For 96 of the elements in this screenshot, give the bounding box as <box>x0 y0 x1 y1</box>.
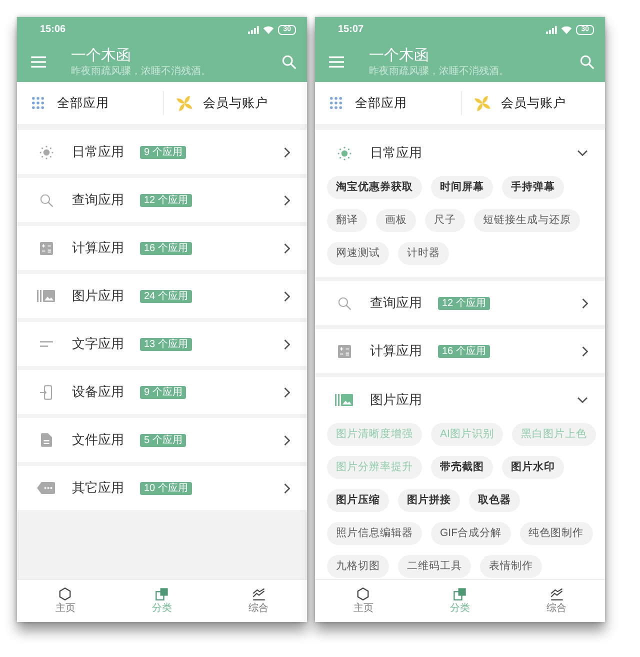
count-badge: 16 个应用 <box>438 344 490 358</box>
app-subtitle: 昨夜雨疏风骤，浓睡不消残酒。 <box>369 64 509 78</box>
category-row[interactable]: 其它应用 10 个应用 <box>17 466 307 510</box>
category-title: 图片应用 <box>72 288 124 304</box>
category-row[interactable]: 计算应用 16 个应用 <box>17 226 307 270</box>
count-badge: 9 个应用 <box>140 146 186 158</box>
search-icon <box>40 194 52 206</box>
image-icon <box>37 290 55 302</box>
app-tag[interactable]: 图片水印 <box>502 456 564 479</box>
app-title: 一个木函 <box>369 46 430 64</box>
app-tag[interactable]: 网速测试 <box>327 242 389 265</box>
status-time: 15:07 <box>338 24 364 36</box>
category-title: 日常应用 <box>370 145 422 161</box>
chart-icon <box>252 587 266 601</box>
category-row[interactable]: 文件应用 5 个应用 <box>17 418 307 462</box>
shortcut-button[interactable]: 全部应用 <box>315 82 461 124</box>
category-title: 其它应用 <box>72 480 124 496</box>
category-row[interactable]: 查询应用 12 个应用 <box>17 178 307 222</box>
shortcut-button[interactable]: 会员与账户 <box>462 82 605 124</box>
category-title: 查询应用 <box>72 192 124 208</box>
count-badge: 9 个应用 <box>140 386 186 398</box>
count-badge: 16 个应用 <box>140 242 192 254</box>
category-title: 日常应用 <box>72 144 124 160</box>
signal-icon <box>546 26 558 34</box>
grid-icon <box>32 97 44 109</box>
pinwheel-icon <box>176 94 193 112</box>
app-tag[interactable]: 图片压缩 <box>327 489 389 512</box>
category-title: 图片应用 <box>370 392 422 408</box>
shortcut-button[interactable]: 会员与账户 <box>164 82 307 124</box>
category-row[interactable]: 设备应用 9 个应用 <box>17 370 307 414</box>
menu-icon <box>329 56 344 68</box>
app-tag[interactable]: 画板 <box>376 209 416 232</box>
calculator-icon <box>40 242 52 254</box>
app-tag[interactable]: 二维码工具 <box>398 555 471 578</box>
category-row[interactable]: 计算应用 16 个应用 <box>315 329 605 373</box>
app-tag[interactable]: 纯色图制作 <box>520 522 592 545</box>
app-tag[interactable]: 淘宝优惠券获取 <box>327 176 422 199</box>
count-badge: 5 个应用 <box>140 434 186 446</box>
calculator-icon <box>338 344 350 358</box>
category-title: 计算应用 <box>72 240 124 256</box>
search-icon <box>338 296 350 310</box>
count-badge: 24 个应用 <box>140 290 192 302</box>
app-tag[interactable]: 九格切图 <box>327 555 389 578</box>
wifi-icon <box>263 26 274 34</box>
status-time: 15:06 <box>40 24 66 36</box>
lines-icon <box>40 341 52 347</box>
app-tag[interactable]: 表情制作 <box>480 555 542 578</box>
layers-icon <box>154 587 169 601</box>
sun-icon <box>38 144 54 160</box>
wifi-icon <box>561 26 572 34</box>
category-title: 计算应用 <box>370 343 422 359</box>
menu-icon <box>31 56 46 68</box>
nav-tab[interactable]: 主页 <box>347 585 380 617</box>
sun-icon <box>336 146 352 160</box>
app-subtitle: 昨夜雨疏风骤，浓睡不消残酒。 <box>71 64 211 78</box>
app-tag[interactable]: 计时器 <box>398 242 449 265</box>
category-row[interactable]: 查询应用 12 个应用 <box>315 281 605 325</box>
chart-icon <box>550 587 564 601</box>
search-icon <box>282 55 296 69</box>
category-title: 查询应用 <box>370 295 422 311</box>
app-tag[interactable]: 尺子 <box>425 209 465 232</box>
category-title: 文字应用 <box>72 336 124 352</box>
grid-icon <box>330 97 342 109</box>
app-tag[interactable]: GIF合成分解 <box>431 522 510 545</box>
layers-icon <box>452 587 467 601</box>
tag-icon <box>37 482 55 494</box>
image-icon <box>335 394 353 406</box>
category-title: 设备应用 <box>72 384 124 400</box>
category-row[interactable]: 图片应用 24 个应用 <box>17 274 307 318</box>
count-badge: 13 个应用 <box>140 338 192 350</box>
pinwheel-icon <box>474 94 491 112</box>
search-icon <box>580 55 594 69</box>
nav-tab[interactable]: 综合 <box>540 585 573 617</box>
app-tag[interactable]: 照片信息编辑器 <box>327 522 422 545</box>
nav-tab[interactable]: 综合 <box>242 585 275 617</box>
signal-icon <box>248 26 260 34</box>
category-row[interactable]: 日常应用 9 个应用 <box>17 130 307 174</box>
document-icon <box>40 433 52 447</box>
home-icon <box>58 587 72 601</box>
nav-tab[interactable]: 主页 <box>49 585 82 617</box>
app-tag[interactable]: 手持弹幕 <box>502 176 564 199</box>
shortcut-button[interactable]: 全部应用 <box>17 82 163 124</box>
count-badge: 12 个应用 <box>140 194 192 206</box>
count-badge: 10 个应用 <box>140 482 192 494</box>
app-tag[interactable]: 带壳截图 <box>431 456 493 479</box>
home-icon <box>356 587 370 601</box>
app-tag[interactable]: 时间屏幕 <box>431 176 493 199</box>
app-tag[interactable]: 短链接生成与还原 <box>474 209 580 232</box>
category-title: 文件应用 <box>72 432 124 448</box>
app-title: 一个木函 <box>71 46 132 64</box>
app-tag[interactable]: 取色器 <box>469 489 520 512</box>
count-badge: 12 个应用 <box>438 296 490 310</box>
app-tag[interactable]: 翻译 <box>327 209 367 232</box>
category-row[interactable]: 文字应用 13 个应用 <box>17 322 307 366</box>
phone-icon <box>40 384 52 400</box>
app-tag[interactable]: 图片拼接 <box>398 489 460 512</box>
